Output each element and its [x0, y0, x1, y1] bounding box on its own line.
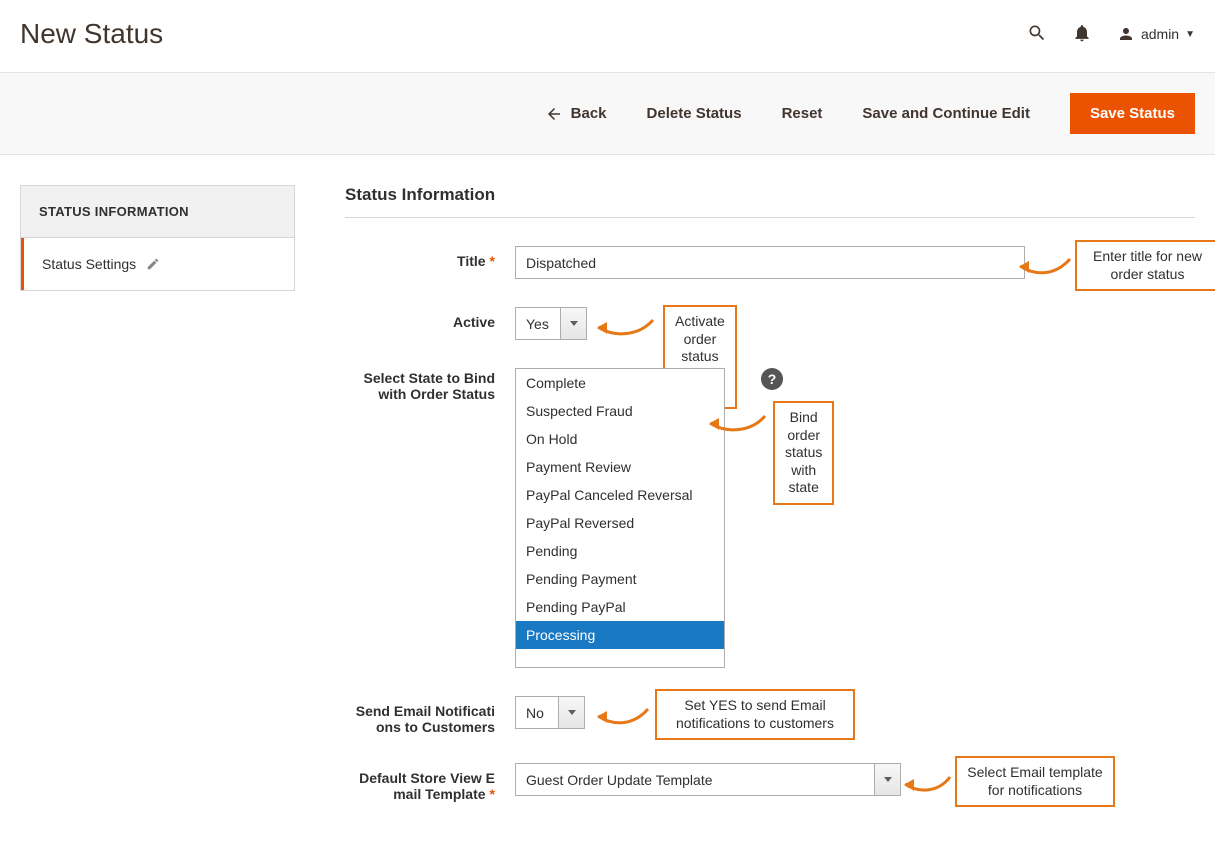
annotation-arrow: [593, 312, 658, 342]
state-option[interactable]: On Hold: [516, 425, 724, 453]
help-icon[interactable]: ?: [761, 368, 783, 390]
state-option[interactable]: Processing: [516, 621, 724, 649]
active-select[interactable]: Yes: [515, 307, 587, 340]
state-option[interactable]: Complete: [516, 369, 724, 397]
state-option[interactable]: Pending PayPal: [516, 593, 724, 621]
active-dropdown-button[interactable]: [561, 307, 587, 340]
notify-label: Send Email Notificati ons to Customers: [345, 696, 515, 735]
title-label: Title*: [345, 246, 515, 269]
notify-select[interactable]: No: [515, 696, 585, 729]
section-divider: [345, 217, 1195, 218]
active-label: Active: [345, 307, 515, 330]
actions-bar: Back Delete Status Reset Save and Contin…: [0, 72, 1215, 155]
save-status-button[interactable]: Save Status: [1070, 93, 1195, 134]
back-button[interactable]: Back: [545, 105, 607, 123]
template-dropdown-button[interactable]: [875, 763, 901, 796]
save-continue-button[interactable]: Save and Continue Edit: [862, 105, 1030, 122]
active-value: Yes: [515, 307, 561, 340]
annotation-state: Bind order status with state: [773, 401, 834, 505]
notify-dropdown-button[interactable]: [559, 696, 585, 729]
state-label: Select State to Bind with Order Status: [345, 368, 515, 402]
section-title: Status Information: [345, 185, 1195, 205]
state-option[interactable]: Pending Payment: [516, 565, 724, 593]
sidebar-item-label: Status Settings: [42, 256, 136, 272]
state-option[interactable]: PayPal Canceled Reversal: [516, 481, 724, 509]
caret-down-icon: ▼: [1185, 29, 1195, 40]
state-option[interactable]: Payment Review: [516, 453, 724, 481]
notifications-icon[interactable]: [1072, 23, 1092, 46]
annotation-arrow: [900, 771, 955, 799]
reset-button[interactable]: Reset: [782, 105, 823, 122]
state-option[interactable]: Pending: [516, 537, 724, 565]
annotation-title: Enter title for new order status: [1075, 240, 1215, 291]
annotation-template: Select Email template for notifications: [955, 756, 1115, 807]
pencil-icon: [146, 257, 160, 271]
page-title: New Status: [20, 18, 1027, 50]
chevron-down-icon: [568, 710, 576, 715]
sidebar-panel-title: STATUS INFORMATION: [21, 186, 294, 238]
admin-user-label: admin: [1141, 26, 1179, 42]
template-select[interactable]: Guest Order Update Template: [515, 763, 901, 796]
annotation-arrow: [593, 701, 653, 731]
notify-value: No: [515, 696, 559, 729]
delete-status-button[interactable]: Delete Status: [647, 105, 742, 122]
template-label: Default Store View E mail Template*: [345, 763, 515, 802]
state-listbox[interactable]: CompleteSuspected FraudOn HoldPayment Re…: [515, 368, 725, 668]
chevron-down-icon: [570, 321, 578, 326]
back-label: Back: [571, 105, 607, 122]
title-input[interactable]: [515, 246, 1025, 279]
annotation-notify: Set YES to send Email notifications to c…: [655, 689, 855, 740]
state-option[interactable]: PayPal Reversed: [516, 509, 724, 537]
chevron-down-icon: [884, 777, 892, 782]
template-value: Guest Order Update Template: [515, 763, 875, 796]
sidebar-item-status-settings[interactable]: Status Settings: [21, 238, 294, 290]
admin-user-menu[interactable]: admin ▼: [1117, 25, 1195, 43]
state-option[interactable]: Suspected Fraud: [516, 397, 724, 425]
search-icon[interactable]: [1027, 23, 1047, 46]
